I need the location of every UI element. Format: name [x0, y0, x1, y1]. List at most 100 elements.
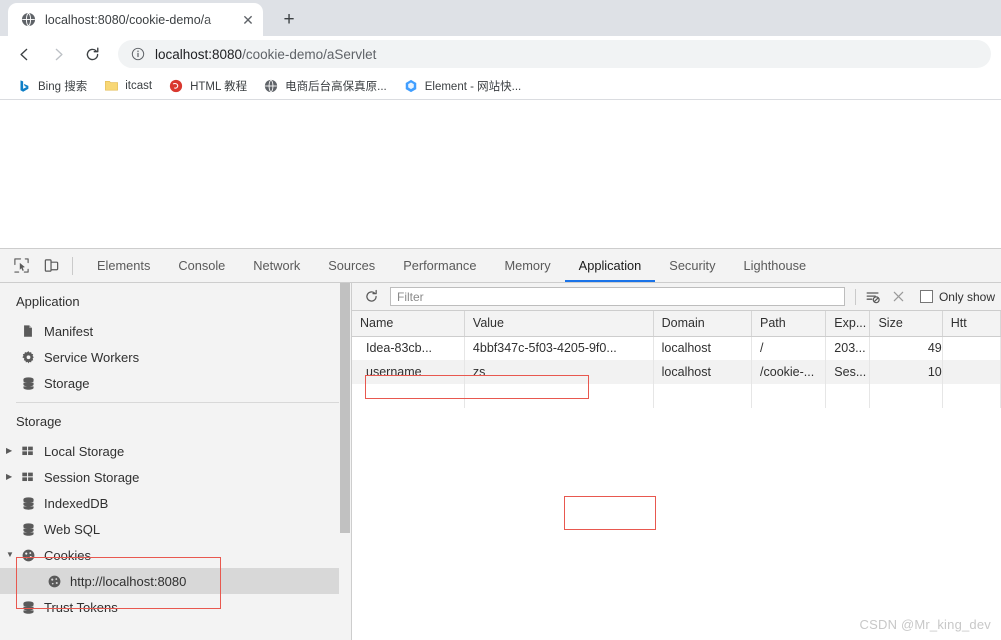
- url-path: /cookie-demo/aServlet: [242, 46, 377, 62]
- tab-strip: localhost:8080/cookie-demo/a ✕ +: [0, 0, 1001, 36]
- column-header-expires[interactable]: Exp...: [825, 311, 871, 337]
- scrollbar-thumb[interactable]: [340, 283, 350, 533]
- only-show-checkbox[interactable]: [919, 290, 933, 303]
- chevron-right-icon: ▶: [6, 499, 20, 507]
- back-button[interactable]: [10, 40, 38, 68]
- column-header-path[interactable]: Path: [751, 311, 827, 337]
- runoob-icon: [168, 78, 184, 94]
- table-icon: [20, 469, 36, 485]
- bookmark-itcast[interactable]: itcast: [95, 75, 160, 97]
- cell-httponly: [942, 336, 1001, 360]
- cell-value: 4bbf347c-5f03-4205-9f0...: [464, 336, 654, 360]
- cookies-panel: Filter Only show Name Value Domain Path …: [352, 283, 1001, 640]
- clear-filter-icon[interactable]: [860, 285, 886, 309]
- sidebar-item-local-storage[interactable]: ▶ Local Storage: [0, 438, 351, 464]
- column-header-name[interactable]: Name: [352, 311, 465, 337]
- sidebar-item-label: Local Storage: [44, 443, 125, 459]
- globe-icon: [20, 12, 36, 28]
- tab-sources[interactable]: Sources: [314, 249, 389, 282]
- chevron-right-icon: ▶: [6, 353, 20, 361]
- cookies-table-wrapper: Name Value Domain Path Exp... Size Htt I…: [352, 311, 1001, 640]
- only-show-checkbox-row[interactable]: Only show: [912, 290, 995, 304]
- cell-expires: Ses...: [825, 360, 871, 384]
- sidebar-item-cookies[interactable]: ▼ Cookies: [0, 542, 351, 568]
- devtools-panel: Elements Console Network Sources Perform…: [0, 248, 1001, 640]
- cell-domain: localhost: [653, 336, 753, 360]
- sidebar-item-service-workers[interactable]: ▶ Service Workers: [0, 344, 351, 370]
- chevron-right-icon: ▶: [6, 525, 20, 533]
- close-x-icon[interactable]: [886, 285, 912, 309]
- bookmark-label: HTML 教程: [190, 80, 248, 93]
- chevron-right-icon[interactable]: ▶: [6, 473, 20, 481]
- sidebar-item-manifest[interactable]: ▶ Manifest: [0, 318, 351, 344]
- bookmark-bing[interactable]: Bing 搜索: [8, 75, 95, 97]
- sidebar-item-label: http://localhost:8080: [70, 573, 187, 589]
- cell-name: username: [352, 360, 465, 384]
- tab-network[interactable]: Network: [239, 249, 314, 282]
- sidebar-scrollbar[interactable]: [339, 283, 351, 640]
- sidebar-item-cookie-origin[interactable]: http://localhost:8080: [0, 568, 351, 594]
- forward-button[interactable]: [44, 40, 72, 68]
- cookie-icon: [20, 547, 36, 563]
- tab-elements[interactable]: Elements: [83, 249, 164, 282]
- sidebar-item-web-sql[interactable]: ▶ Web SQL: [0, 516, 351, 542]
- column-header-httponly[interactable]: Htt: [942, 311, 1001, 337]
- browser-tab[interactable]: localhost:8080/cookie-demo/a ✕: [8, 3, 263, 36]
- filler-cell: [352, 384, 465, 408]
- address-bar-url: localhost:8080/cookie-demo/aServlet: [155, 47, 376, 62]
- sidebar-group-application: Application ▶ Manifest ▶ Service Wo: [0, 283, 351, 396]
- tab-security[interactable]: Security: [655, 249, 729, 282]
- chevron-down-icon[interactable]: ▼: [6, 551, 20, 559]
- tab-lighthouse[interactable]: Lighthouse: [730, 249, 821, 282]
- address-bar[interactable]: localhost:8080/cookie-demo/aServlet: [118, 40, 991, 68]
- table-filler-row: [352, 384, 1001, 408]
- browser-window: localhost:8080/cookie-demo/a ✕ + localho…: [0, 0, 1001, 640]
- new-tab-button[interactable]: +: [275, 5, 303, 33]
- bookmark-label: Element - 网站快...: [424, 80, 522, 93]
- sidebar-item-session-storage[interactable]: ▶ Session Storage: [0, 464, 351, 490]
- device-toolbar-icon[interactable]: [36, 252, 66, 280]
- cell-size: 49: [869, 336, 943, 360]
- tab-console[interactable]: Console: [164, 249, 239, 282]
- bookmark-html-tutorial[interactable]: HTML 教程: [160, 75, 255, 97]
- sidebar-item-label: Session Storage: [44, 469, 140, 485]
- bing-icon: [16, 78, 32, 94]
- tab-application[interactable]: Application: [564, 249, 656, 282]
- table-row[interactable]: Idea-83cb... 4bbf347c-5f03-4205-9f0... l…: [352, 336, 1001, 360]
- column-header-size[interactable]: Size: [869, 311, 943, 337]
- url-host: localhost:8080: [155, 46, 243, 62]
- filter-input[interactable]: Filter: [390, 287, 845, 306]
- sidebar-item-storage[interactable]: ▶ Storage: [0, 370, 351, 396]
- sidebar-item-trust-tokens[interactable]: ▶ Trust Tokens: [0, 594, 351, 620]
- chevron-right-icon: ▶: [6, 327, 20, 335]
- sidebar-group-storage: Storage ▶ Local Storage ▶ Session Storag…: [0, 403, 351, 620]
- bookmark-ecommerce[interactable]: 电商后台高保真原...: [255, 75, 395, 97]
- close-icon[interactable]: ✕: [239, 11, 257, 29]
- filter-placeholder: Filter: [397, 289, 424, 304]
- tab-title: localhost:8080/cookie-demo/a: [45, 12, 212, 27]
- tab-performance[interactable]: Performance: [389, 249, 490, 282]
- sidebar-item-label: Web SQL: [44, 521, 101, 537]
- filler-cell: [653, 384, 753, 408]
- table-icon: [20, 443, 36, 459]
- bookmark-element[interactable]: Element - 网站快...: [395, 75, 530, 97]
- column-header-domain[interactable]: Domain: [653, 311, 753, 337]
- filler-cell: [825, 384, 871, 408]
- bookmark-label: 电商后台高保真原...: [285, 80, 387, 93]
- inspect-element-icon[interactable]: [6, 252, 36, 280]
- sidebar-item-indexeddb[interactable]: ▶ IndexedDB: [0, 490, 351, 516]
- refresh-icon[interactable]: [358, 285, 384, 309]
- devtools-tab-bar: Elements Console Network Sources Perform…: [0, 249, 1001, 530]
- folder-icon: [103, 78, 119, 94]
- database-icon: [20, 599, 36, 615]
- reload-button[interactable]: [78, 40, 106, 68]
- info-circle-icon[interactable]: [130, 46, 146, 62]
- cookies-table: Name Value Domain Path Exp... Size Htt I…: [352, 311, 1001, 408]
- filterbar-divider: [854, 288, 856, 305]
- tab-memory[interactable]: Memory: [490, 249, 564, 282]
- column-header-value[interactable]: Value: [464, 311, 654, 337]
- table-header-row: Name Value Domain Path Exp... Size Htt: [352, 311, 1001, 337]
- chevron-right-icon[interactable]: ▶: [6, 447, 20, 455]
- table-row[interactable]: username zs localhost /cookie-... Ses...…: [352, 360, 1001, 384]
- document-icon: [20, 323, 36, 339]
